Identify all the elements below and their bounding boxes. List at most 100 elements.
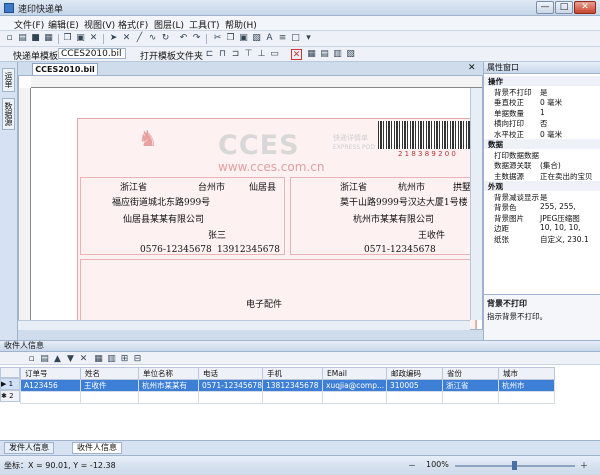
property-value[interactable]: 1 (540, 108, 545, 117)
table-cell[interactable] (20, 391, 81, 404)
no-border-icon[interactable]: ✕ (291, 49, 302, 60)
receiver-county[interactable]: 拱墅 (453, 180, 471, 193)
column-header[interactable]: 姓名 (80, 367, 139, 380)
property-value[interactable]: (集合) (540, 160, 561, 170)
property-value[interactable]: 0 毫米 (540, 97, 562, 107)
copy2-icon[interactable]: ❐ (225, 33, 236, 44)
table-cell[interactable]: 王收件 (80, 379, 139, 392)
table-cell[interactable] (322, 391, 387, 404)
menu-tools[interactable]: 工具(T) (189, 18, 220, 31)
table-cell[interactable]: 13812345678 (262, 379, 323, 392)
table-cell[interactable] (498, 391, 555, 404)
move-down-icon[interactable]: ▼ (65, 354, 76, 365)
canvas-horizontal-scrollbar[interactable] (18, 320, 470, 330)
property-row[interactable]: 边距 10, 10, 10, (484, 223, 600, 233)
property-value[interactable]: 10, 10, 10, (540, 223, 581, 232)
same-size-icon[interactable]: ▭ (269, 49, 280, 60)
align-bottom-icon[interactable]: ⊥ (256, 49, 267, 60)
property-value[interactable]: 否 (540, 118, 548, 128)
minimize-button[interactable]: — (536, 1, 554, 14)
back-icon[interactable]: ▧ (345, 49, 356, 60)
receiver-company[interactable]: 杭州市某某有限公司 (353, 212, 434, 225)
property-value[interactable]: 自定义, 230.1 (540, 234, 589, 244)
move-up-icon[interactable]: ▲ (52, 354, 63, 365)
table-cell[interactable]: 杭州市某某有 (138, 379, 199, 392)
property-row[interactable]: 数据源关联 (集合) (484, 160, 600, 170)
dropdown-icon[interactable]: ▾ (303, 33, 314, 44)
table-cell[interactable]: 浙江省 (442, 379, 499, 392)
property-row[interactable]: 背景色 255, 255, (484, 202, 600, 212)
property-row[interactable]: 单据数量 1 (484, 108, 600, 118)
document-tab[interactable]: CCES2010.bil (32, 63, 98, 75)
rect-icon[interactable]: □ (290, 33, 301, 44)
grid-icon[interactable]: ▦ (306, 49, 317, 60)
canvas-vertical-scrollbar[interactable] (470, 88, 482, 320)
receiver-address[interactable]: 莫干山路9999号汉达大厦1号楼 (340, 195, 468, 208)
property-row[interactable]: 纸张 自定义, 230.1 (484, 234, 600, 244)
sender-city[interactable]: 台州市 (198, 180, 225, 193)
table-cell[interactable]: A123456 (20, 379, 81, 392)
import-icon[interactable]: ▤ (39, 354, 50, 365)
text-icon[interactable]: A (264, 33, 275, 44)
print-icon[interactable]: ▦ (43, 33, 54, 44)
undo-icon[interactable]: ↶ (178, 33, 189, 44)
save-icon[interactable]: ■ (30, 33, 41, 44)
column-header[interactable]: 手机 (262, 367, 323, 380)
property-row[interactable]: 背景不打印是 (484, 87, 600, 97)
column-header[interactable]: 订单号 (20, 367, 81, 380)
property-category[interactable]: 外观 (484, 181, 600, 191)
line-icon[interactable]: ╱ (134, 33, 145, 44)
delete-record-icon[interactable]: ✕ (78, 354, 89, 365)
sender-mobile[interactable]: 13912345678 (217, 245, 280, 255)
table-icon[interactable]: ▦ (93, 354, 104, 365)
menu-view[interactable]: 视图(V) (84, 18, 115, 31)
redo-icon[interactable]: ↷ (191, 33, 202, 44)
maximize-button[interactable]: □ (555, 1, 573, 14)
property-value[interactable]: 0 毫米 (540, 129, 562, 139)
sender-name[interactable]: 张三 (208, 228, 226, 241)
align-center-icon[interactable]: ⊓ (217, 49, 228, 60)
column-header[interactable]: 城市 (498, 367, 555, 380)
table-cell[interactable]: 0571-12345678 (198, 379, 263, 392)
open-folder-button[interactable]: 打开模板文件夹 (140, 49, 203, 62)
zoom-slider-thumb[interactable] (512, 461, 517, 470)
table-row[interactable] (20, 391, 555, 404)
copy-icon[interactable]: ❐ (62, 33, 73, 44)
receiver-name[interactable]: 王收件 (418, 228, 445, 241)
insert-icon[interactable]: ⊞ (119, 354, 130, 365)
property-row[interactable]: 打印数据数据 (484, 150, 600, 160)
design-canvas[interactable]: 2 1 8 3 8 9 2 0 0 ♞ CCES 快递详情单 EXPRESS P… (18, 75, 483, 330)
column-icon[interactable]: ▥ (106, 354, 117, 365)
rotate-icon[interactable]: ↻ (160, 33, 171, 44)
open-icon[interactable]: ▤ (17, 33, 28, 44)
table-cell[interactable] (138, 391, 199, 404)
menu-file[interactable]: 文件(F) (14, 18, 44, 31)
sender-county[interactable]: 仙居县 (249, 180, 276, 193)
tab-sender-info[interactable]: 发件人信息 (4, 442, 54, 454)
column-header[interactable]: 邮政编码 (386, 367, 443, 380)
property-value[interactable]: 是 (540, 192, 548, 202)
tab-waybill[interactable]: 运单 (2, 68, 15, 92)
zoom-in-icon[interactable]: ＋ (580, 460, 588, 471)
row-header-2[interactable]: ✱ 2 (0, 390, 20, 402)
row-header-1[interactable]: ▶ 1 (0, 378, 20, 390)
table-cell[interactable]: 310005 (386, 379, 443, 392)
property-value[interactable]: JPEG压缩图 (540, 213, 580, 223)
align-left-icon[interactable]: ⊏ (204, 49, 215, 60)
align-icon[interactable]: ≡ (277, 33, 288, 44)
column-header[interactable]: 省份 (442, 367, 499, 380)
zoom-out-icon[interactable]: － (408, 460, 416, 471)
tab-datasource[interactable]: 数据源 (2, 98, 15, 130)
remove-icon[interactable]: ⊟ (132, 354, 143, 365)
property-row[interactable]: 主数据源 正在卖出的宝贝 (484, 171, 600, 181)
property-value[interactable]: 正在卖出的宝贝 (540, 171, 593, 181)
receiver-city[interactable]: 杭州市 (398, 180, 425, 193)
property-value[interactable]: 是 (540, 87, 548, 97)
property-row[interactable]: 背景图片 JPEG压缩图 (484, 213, 600, 223)
paste2-icon[interactable]: ▣ (238, 33, 249, 44)
column-header[interactable]: EMail (322, 367, 387, 380)
table-cell[interactable]: 杭州市 (498, 379, 555, 392)
cross-icon[interactable]: ✕ (121, 33, 132, 44)
sender-company[interactable]: 仙居县某某有限公司 (123, 212, 204, 225)
menu-help[interactable]: 帮助(H) (225, 18, 257, 31)
